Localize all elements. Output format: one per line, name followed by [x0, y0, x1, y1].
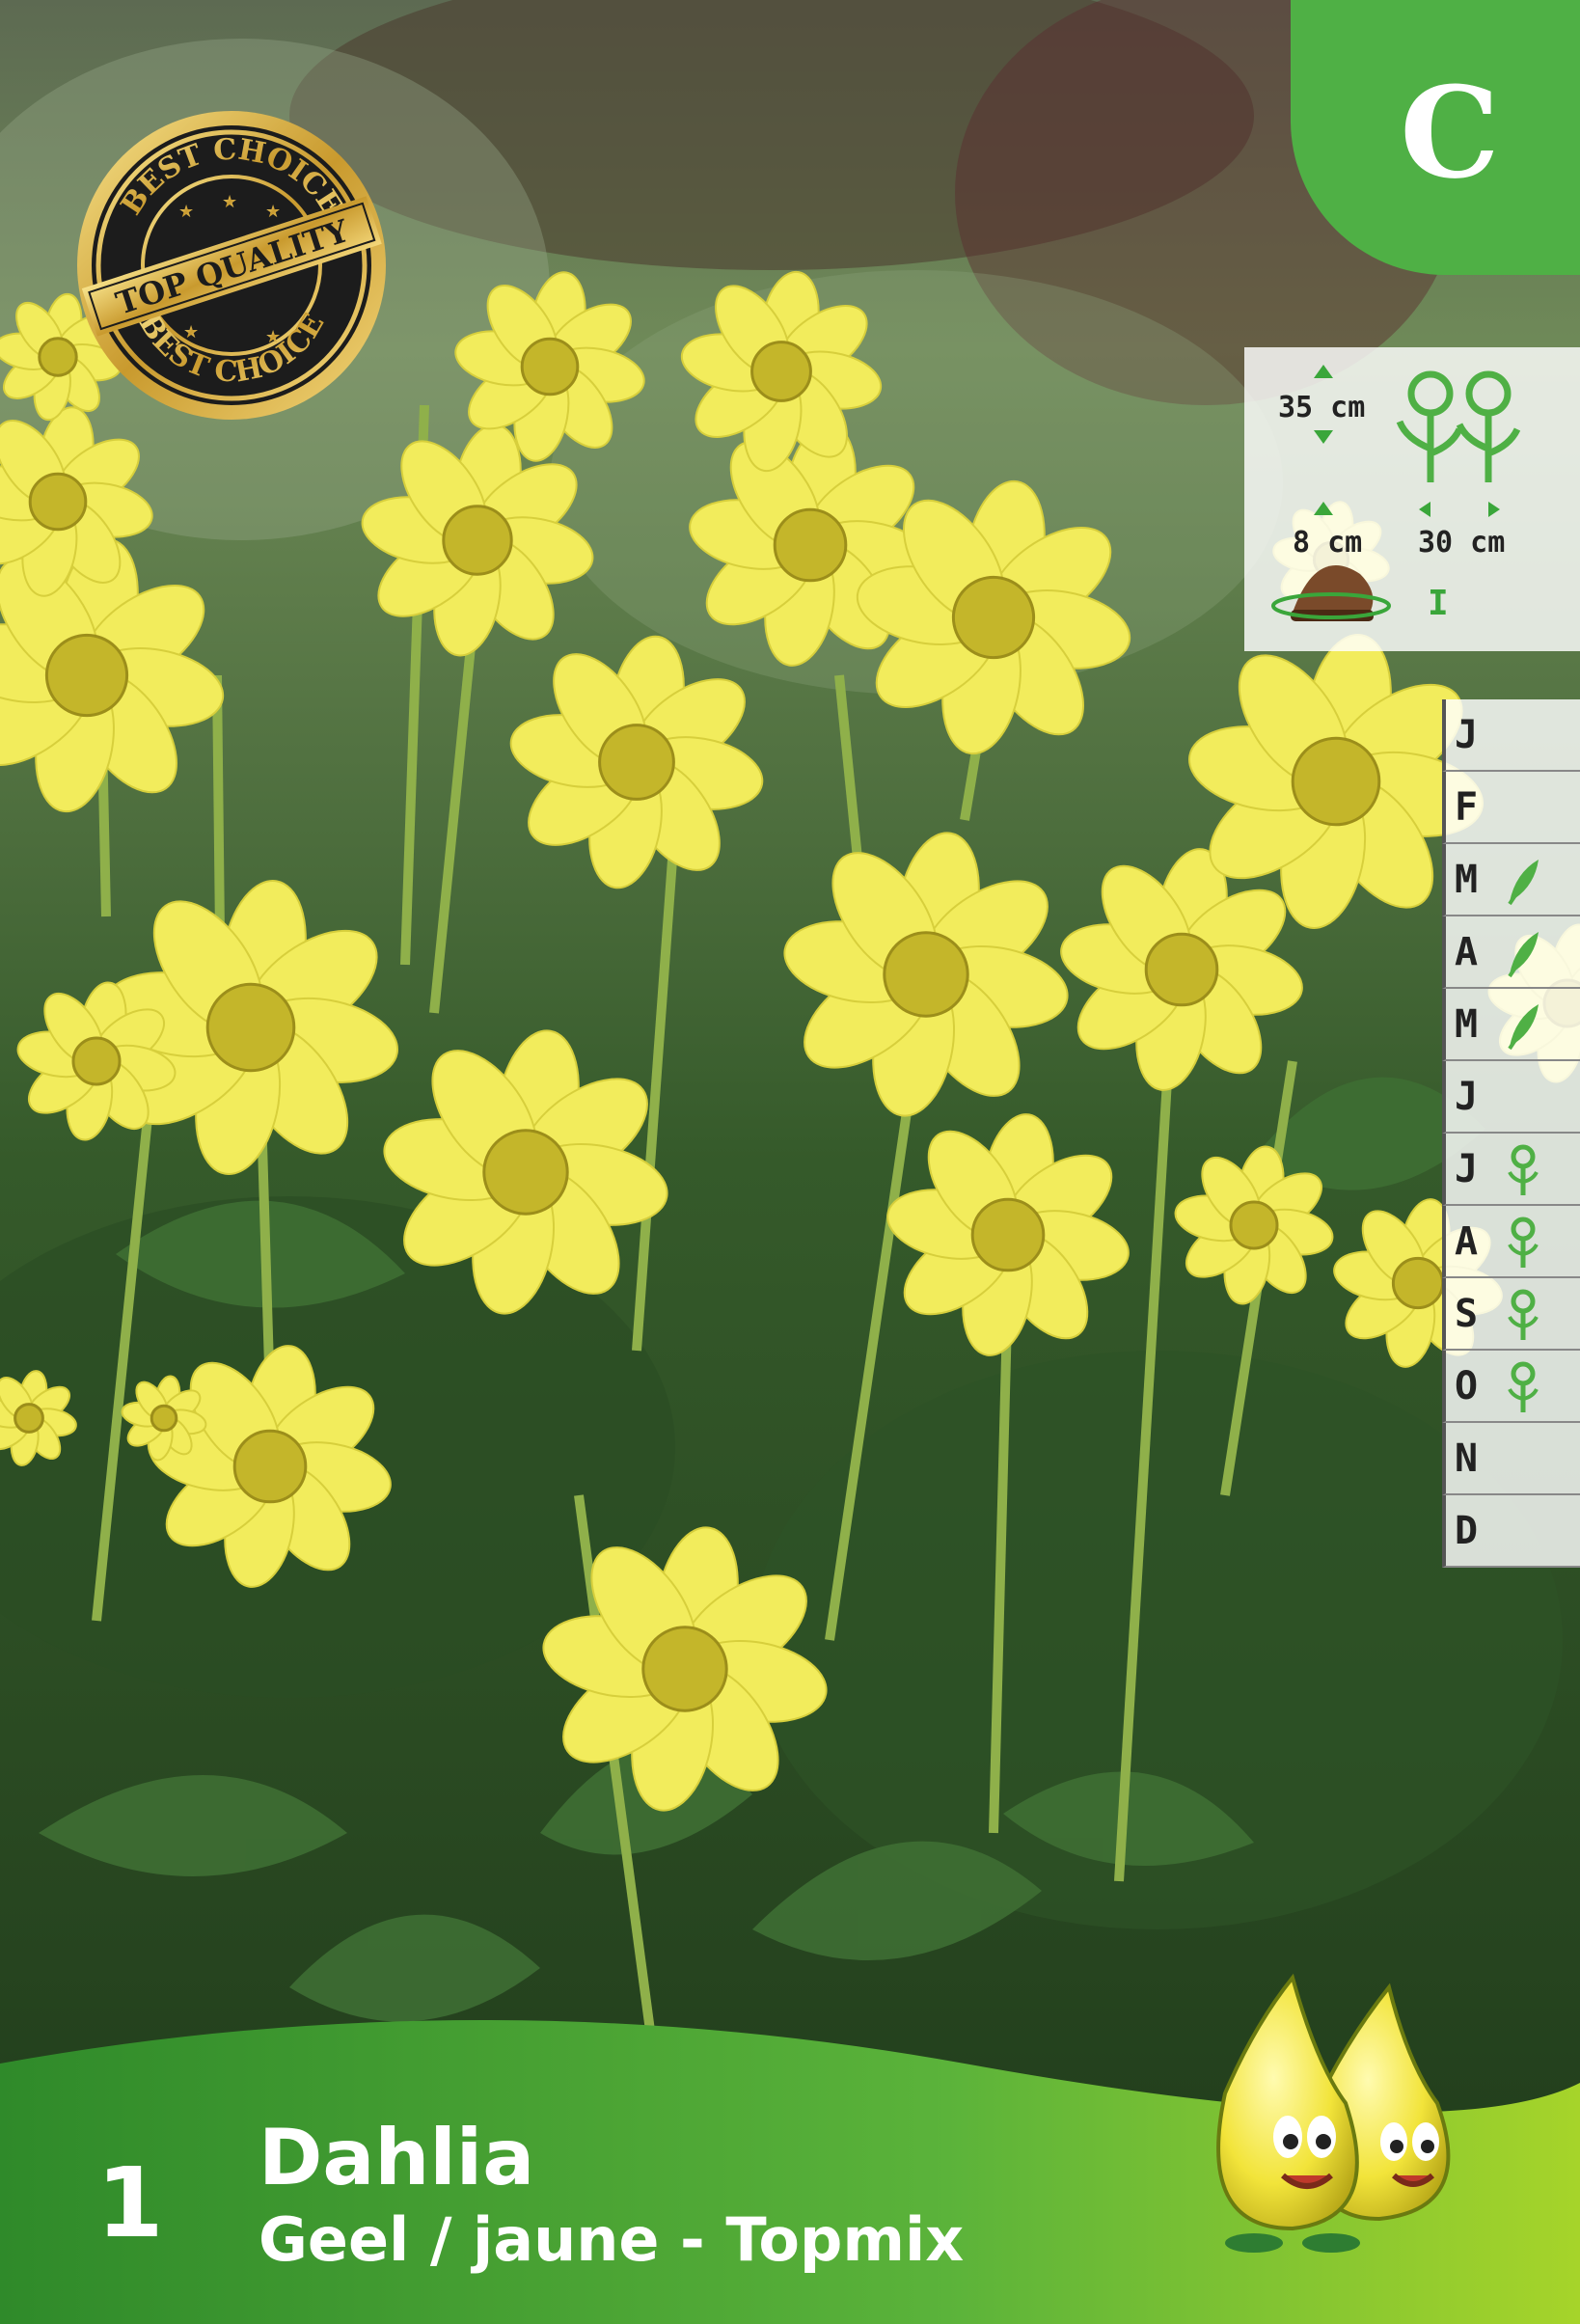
quantity: 1 — [96, 2146, 164, 2259]
flower-icon — [1508, 1361, 1539, 1412]
month-label: M — [1454, 1001, 1479, 1047]
arrow-up-icon — [1314, 365, 1333, 378]
bulb-icon — [1271, 565, 1391, 621]
bulb-mascot-icon — [1216, 1973, 1451, 2253]
star-icon: ★ — [178, 202, 194, 222]
planting-info-panel: 35 cm 8 cm 30 cm I — [1244, 347, 1580, 651]
month-label: N — [1454, 1435, 1479, 1481]
planting-calendar: JFMAMJJASOND — [1442, 699, 1580, 1568]
arrow-up-icon — [1314, 502, 1333, 515]
star-icon: ★ — [265, 202, 281, 222]
calendar-month: O — [1442, 1351, 1580, 1423]
depth-value: 8 cm — [1293, 526, 1363, 560]
star-icon: ★ — [183, 322, 199, 342]
month-label: A — [1454, 929, 1479, 974]
calendar-month: F — [1442, 772, 1580, 844]
month-label: S — [1454, 1291, 1479, 1336]
spacing-value: 30 cm — [1418, 526, 1506, 560]
product-variety: Geel / jaune - Topmix — [259, 2204, 965, 2275]
month-label: F — [1454, 784, 1479, 830]
calendar-month: N — [1442, 1423, 1580, 1495]
month-label: O — [1454, 1363, 1479, 1408]
plant-icon — [1508, 860, 1539, 906]
calendar-month: M — [1442, 844, 1580, 916]
star-icon: ★ — [265, 327, 281, 347]
calendar-month: S — [1442, 1278, 1580, 1351]
arrow-down-icon — [1314, 430, 1333, 444]
month-label: M — [1454, 857, 1479, 902]
month-label: J — [1454, 1074, 1479, 1119]
calendar-month: J — [1442, 1061, 1580, 1134]
month-label: J — [1454, 712, 1479, 757]
height-value: 35 cm — [1278, 391, 1366, 424]
calendar-month: J — [1442, 1134, 1580, 1206]
arrow-left-icon — [1419, 502, 1430, 517]
flower-icon — [1508, 1144, 1539, 1195]
star-icon: ★ — [222, 192, 237, 212]
calendar-month: M — [1442, 989, 1580, 1061]
month-label: J — [1454, 1146, 1479, 1191]
plant-icon — [1508, 1004, 1539, 1051]
quality-seal: BEST CHOICE BEST CHOICE TOP QUALITY ★ ★ … — [77, 111, 386, 420]
arrow-right-icon — [1488, 502, 1500, 517]
calendar-month: D — [1442, 1495, 1580, 1568]
plant-icon — [1508, 932, 1539, 978]
product-name: Dahlia — [259, 2113, 535, 2202]
calendar-month: J — [1442, 699, 1580, 772]
category-letter: C — [1400, 59, 1500, 206]
flower-icon — [1508, 1289, 1539, 1340]
plant-spacing-icon — [1396, 370, 1521, 482]
calendar-month: A — [1442, 916, 1580, 989]
month-label: A — [1454, 1218, 1479, 1264]
month-label: D — [1454, 1508, 1479, 1553]
flower-icon — [1508, 1217, 1539, 1268]
calendar-month: A — [1442, 1206, 1580, 1278]
bulb-count: I — [1428, 584, 1449, 623]
